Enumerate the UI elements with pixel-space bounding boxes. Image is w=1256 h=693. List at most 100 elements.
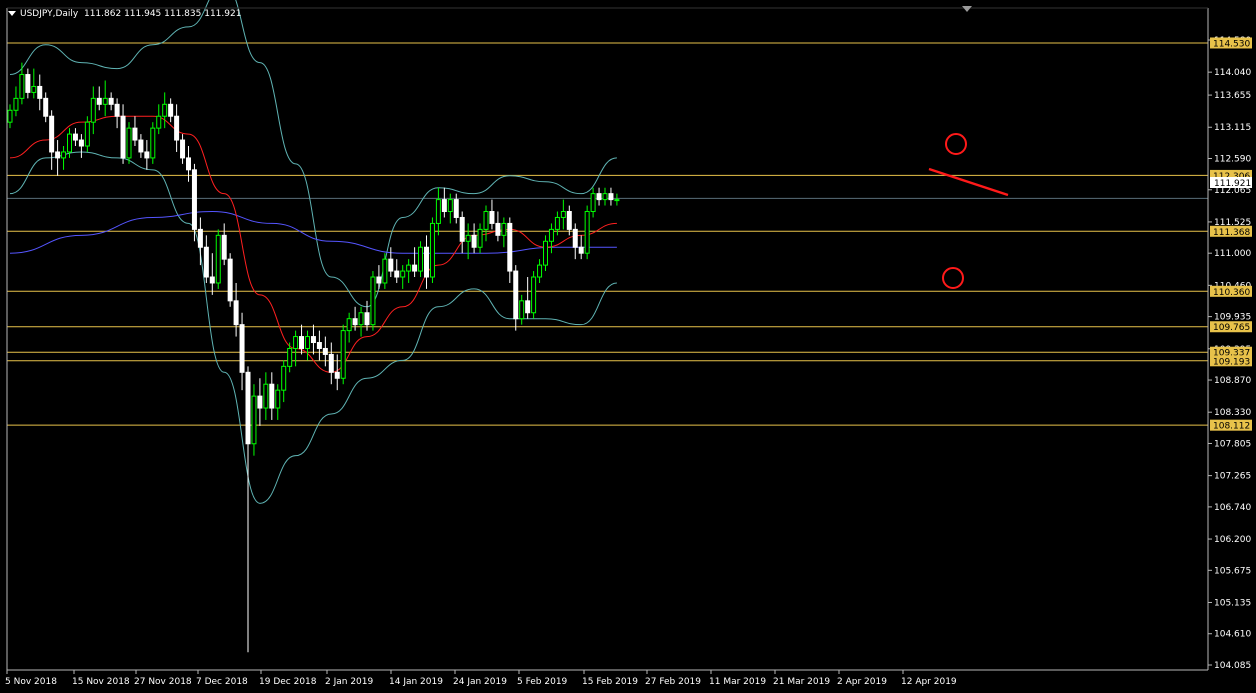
price-tick-label: 104.085 xyxy=(1214,661,1251,671)
time-tick-label: 2 Apr 2019 xyxy=(837,677,887,687)
time-tick-label: 21 Mar 2019 xyxy=(773,677,830,687)
candle-body-bear xyxy=(376,276,382,284)
candle-body-bear xyxy=(43,97,49,117)
candle-body-bull xyxy=(84,121,90,147)
candle-body-bull xyxy=(602,193,608,201)
candle-body-bear xyxy=(144,151,150,159)
current-price-label: 111.921 xyxy=(1214,179,1251,189)
candle-body-bull xyxy=(346,318,352,332)
candle-body-bear xyxy=(513,270,519,320)
candle-body-bear xyxy=(168,103,174,117)
candle-body-bear xyxy=(525,300,531,314)
candle-body-bear xyxy=(120,115,126,159)
candle-body-bull xyxy=(263,383,269,409)
candle-body-bear xyxy=(322,347,328,355)
price-tick-label: 111.000 xyxy=(1214,249,1251,259)
candle-body-bull xyxy=(275,389,281,409)
candle-body-bear xyxy=(566,211,572,230)
price-tick-label: 108.330 xyxy=(1214,408,1251,418)
candle-body-bear xyxy=(209,276,215,284)
candle-body-bull xyxy=(543,240,548,266)
candle-body-bull xyxy=(90,97,96,123)
candle-body-bull xyxy=(31,85,37,93)
candle-body-bear xyxy=(180,139,186,159)
candle-body-bull xyxy=(406,264,412,272)
time-tick-label: 5 Nov 2018 xyxy=(5,677,57,687)
candle-body-bear xyxy=(310,336,316,344)
candle-body-bear xyxy=(424,246,429,278)
candle-body-bull xyxy=(548,228,554,242)
candle-body-bear xyxy=(186,157,191,171)
price-tick-label: 106.200 xyxy=(1214,535,1251,545)
price-tick-label: 104.610 xyxy=(1214,630,1251,640)
price-tick-label: 105.675 xyxy=(1214,566,1251,576)
candle-body-bear xyxy=(412,264,418,272)
candle-body-bull xyxy=(102,97,108,105)
time-tick-label: 24 Jan 2019 xyxy=(453,677,507,687)
level-label: 114.530 xyxy=(1213,39,1250,49)
chart-shift-icon[interactable] xyxy=(962,6,972,12)
time-tick-label: 19 Dec 2018 xyxy=(259,677,317,687)
candle-body-bear xyxy=(269,383,275,409)
candle-body-bull xyxy=(400,270,406,278)
candle-body-bear xyxy=(138,139,144,153)
time-tick-label: 5 Feb 2019 xyxy=(517,677,568,687)
candle-body-bear xyxy=(459,216,465,242)
candle-body-bull xyxy=(418,246,424,272)
time-tick-label: 12 Apr 2019 xyxy=(901,677,957,687)
candle-body-bear xyxy=(245,371,251,445)
candle-body-bull xyxy=(590,193,596,213)
candle-body-bear xyxy=(227,258,233,302)
candle-body-bear xyxy=(471,234,477,248)
candle-body-bull xyxy=(435,199,441,224)
candle-body-bear xyxy=(191,169,197,230)
candle-body-bear xyxy=(239,324,245,373)
candle-body-bull xyxy=(554,216,560,230)
price-tick-label: 112.590 xyxy=(1214,155,1251,165)
candle-body-bull xyxy=(215,234,221,284)
time-tick-label: 15 Nov 2018 xyxy=(72,677,130,687)
candle-body-bear xyxy=(233,300,239,326)
candle-body-bear xyxy=(96,97,102,105)
candle-body-bull xyxy=(150,127,156,159)
price-tick-label: 105.135 xyxy=(1214,598,1251,608)
current-price-marker: 111.921 xyxy=(1210,177,1252,189)
candle-body-bear xyxy=(596,193,602,201)
time-tick-label: 15 Feb 2019 xyxy=(582,677,638,687)
candle-body-bull xyxy=(382,258,388,284)
dropdown-arrow-icon[interactable] xyxy=(8,11,16,16)
time-tick-label: 27 Nov 2018 xyxy=(134,677,192,687)
time-tick-label: 27 Feb 2019 xyxy=(645,677,701,687)
candle-body-bear xyxy=(507,222,513,272)
level-label: 111.368 xyxy=(1213,228,1250,238)
price-tick-label: 107.805 xyxy=(1214,439,1251,449)
candle-body-bear xyxy=(578,246,584,254)
candle-body-bull xyxy=(501,222,507,236)
price-chart[interactable]: 114.580114.040113.655113.115112.590112.0… xyxy=(0,0,1256,693)
candle-body-bull xyxy=(287,347,293,367)
candle-body-bear xyxy=(334,371,340,379)
candle-body-bull xyxy=(614,199,620,202)
candle-body-bull xyxy=(477,228,483,248)
candle-body-bear xyxy=(388,258,394,272)
candle-body-bear xyxy=(299,336,305,349)
candle-body-bear xyxy=(364,312,370,326)
candle-body-bear xyxy=(257,395,263,409)
candle-body-bull xyxy=(7,109,13,123)
candle-body-bull xyxy=(429,222,435,278)
candle-body-bear xyxy=(203,246,209,278)
candle-body-bull xyxy=(531,276,537,314)
candle-body-bull xyxy=(340,330,346,379)
candle-body-bull xyxy=(370,276,376,326)
candle-body-bull xyxy=(251,395,257,445)
candle-body-bull xyxy=(560,211,566,218)
candle-body-bull xyxy=(67,133,72,153)
candle-body-bull xyxy=(358,312,364,326)
level-label: 108.112 xyxy=(1213,422,1250,432)
candle-body-bull xyxy=(465,234,471,242)
candle-body-bull xyxy=(447,199,453,213)
level-label: 109.765 xyxy=(1213,323,1250,333)
candle-body-bear xyxy=(453,199,459,218)
candle-body-bear xyxy=(114,103,120,117)
candle-body-bull xyxy=(537,264,543,278)
